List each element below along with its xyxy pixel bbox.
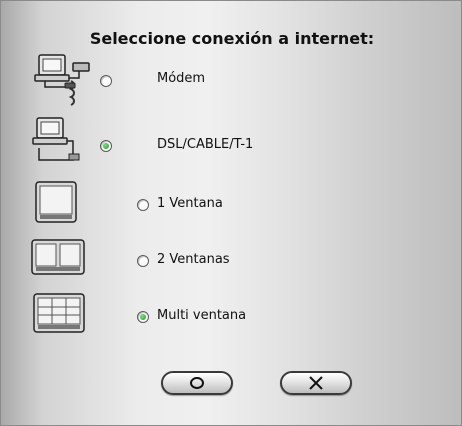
radio-multi-ventana[interactable] — [137, 311, 149, 323]
radio-dsl[interactable] — [100, 140, 112, 152]
label-multi-ventana[interactable]: Multi ventana — [157, 308, 246, 323]
radio-modem[interactable] — [100, 75, 112, 87]
radio-2-ventanas[interactable] — [137, 255, 149, 267]
circle-icon — [163, 373, 231, 393]
cancel-button[interactable] — [280, 371, 352, 395]
network-computer-icon — [32, 117, 80, 161]
dialog-title: Seleccione conexión a internet: — [89, 29, 375, 48]
multi-window-icon — [33, 293, 85, 333]
label-modem[interactable]: Módem — [157, 71, 205, 86]
x-icon — [282, 373, 350, 393]
ok-button[interactable] — [161, 371, 233, 395]
two-windows-icon — [31, 239, 85, 275]
label-dsl[interactable]: DSL/CABLE/T-1 — [157, 137, 253, 152]
radio-1-ventana[interactable] — [137, 199, 149, 211]
connection-dialog: Seleccione conexión a internet: Módem DS… — [0, 0, 462, 426]
label-2-ventanas[interactable]: 2 Ventanas — [157, 252, 230, 267]
label-1-ventana[interactable]: 1 Ventana — [157, 196, 223, 211]
single-window-icon — [35, 181, 77, 223]
modem-computer-icon — [34, 54, 90, 106]
